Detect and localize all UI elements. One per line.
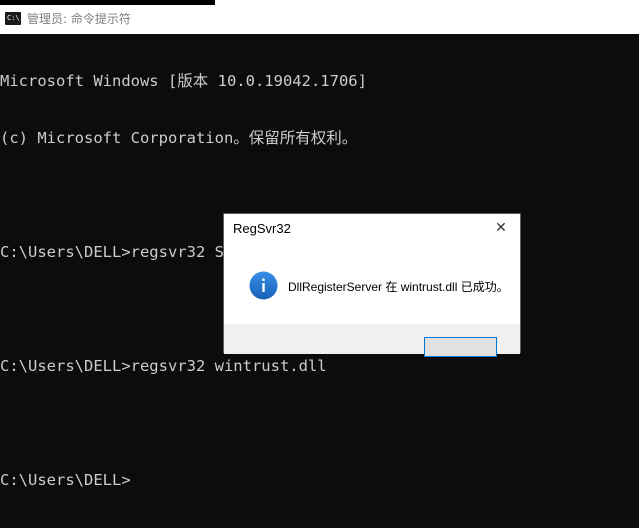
cmd-titlebar[interactable]: C:\ 管理员: 命令提示符 xyxy=(0,0,639,35)
msgbox-title: RegSvr32 xyxy=(233,221,291,236)
cmd-window-title: 管理员: 命令提示符 xyxy=(27,12,131,26)
msgbox-message: DllRegisterServer 在 wintrust.dll 已成功。 xyxy=(288,280,509,294)
console-line: C:\Users\DELL>regsvr32 wintrust.dll xyxy=(0,357,327,375)
console-line: (c) Microsoft Corporation。保留所有权利。 xyxy=(0,129,358,147)
console-line: Microsoft Windows [版本 10.0.19042.1706] xyxy=(0,72,367,90)
regsvr32-message-box: RegSvr32 ✕ DllRegisterServer 在 wintrust.… xyxy=(223,213,521,357)
cmd-app-icon[interactable]: C:\ xyxy=(5,12,21,25)
info-icon xyxy=(249,271,278,300)
console-prompt-line: C:\Users\DELL> xyxy=(0,471,131,489)
msgbox-body: DllRegisterServer 在 wintrust.dll 已成功。 xyxy=(224,244,520,324)
msgbox-titlebar[interactable]: RegSvr32 ✕ xyxy=(224,214,520,244)
background-window-edge xyxy=(0,0,215,5)
close-button[interactable]: ✕ xyxy=(488,216,514,240)
ok-button[interactable] xyxy=(424,337,497,357)
msgbox-footer xyxy=(224,324,520,357)
